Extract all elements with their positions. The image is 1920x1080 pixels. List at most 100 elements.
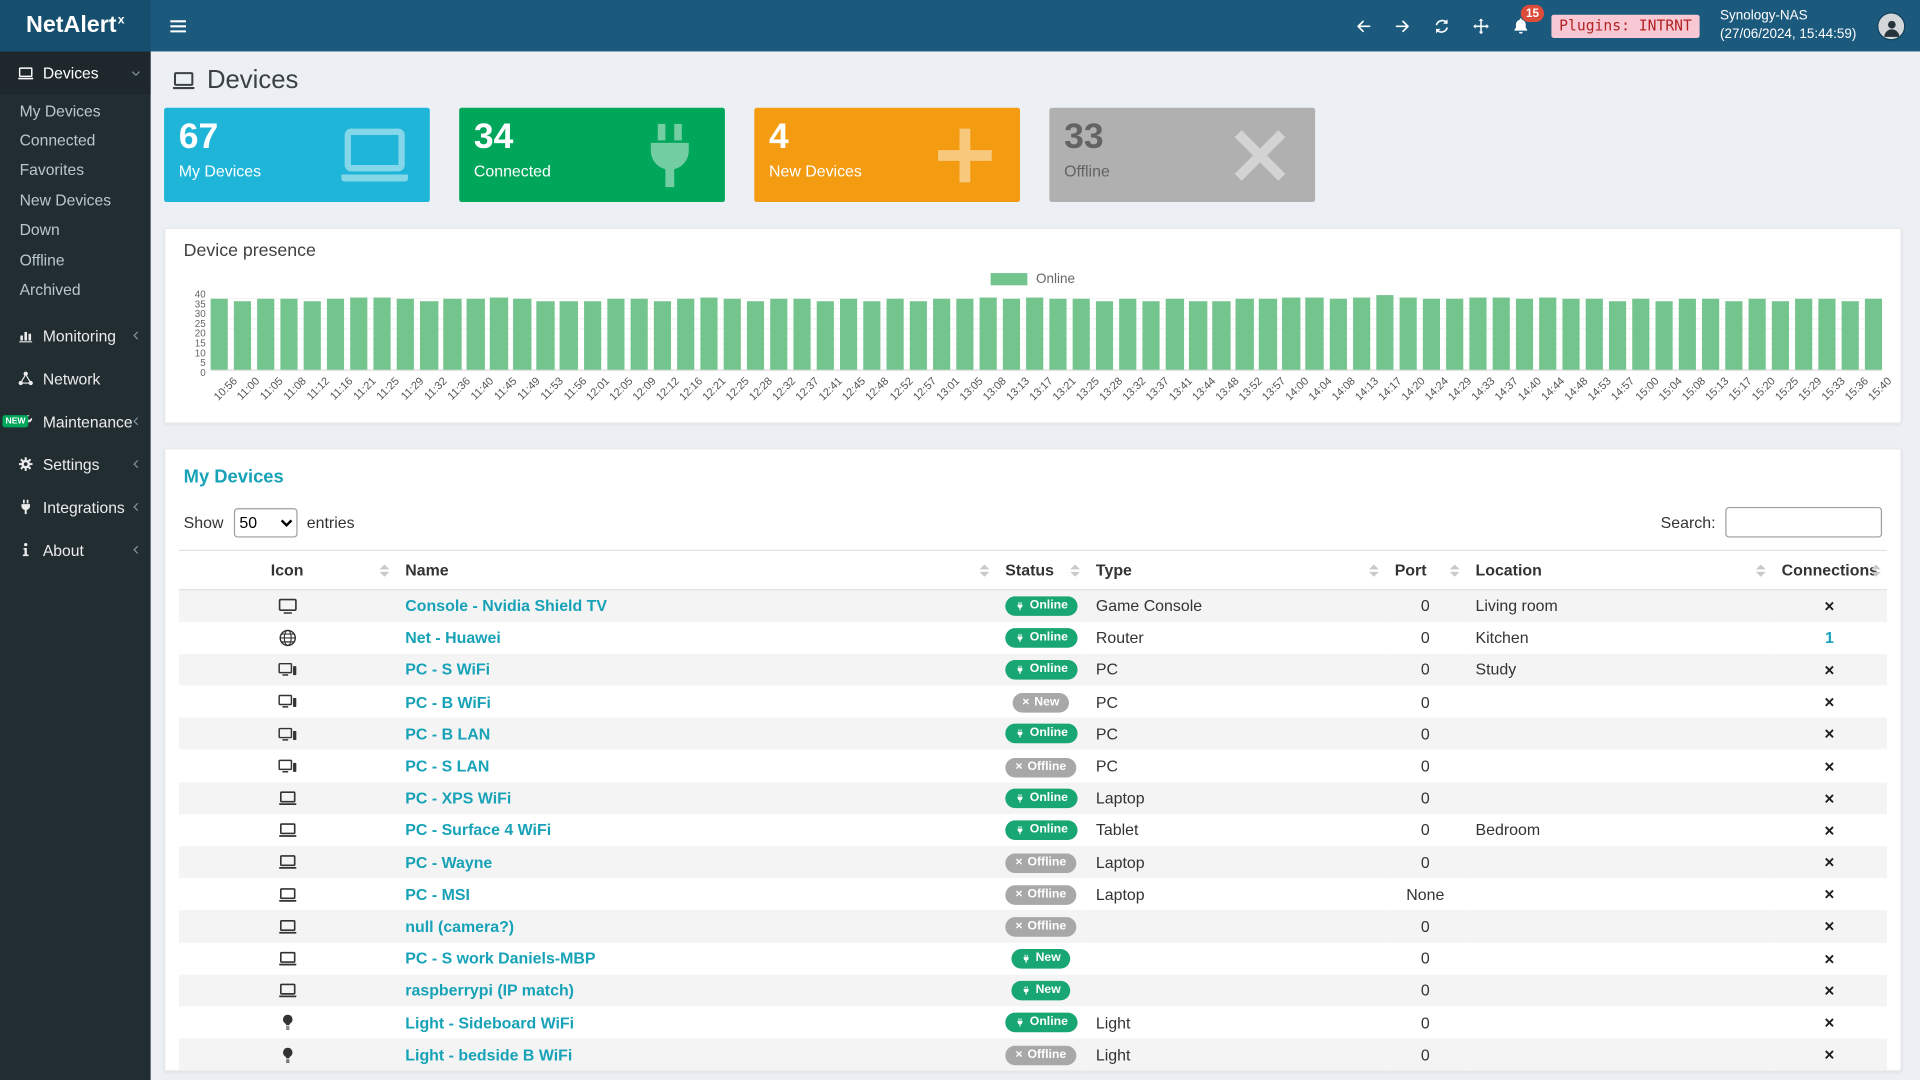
no-connection-icon[interactable]: × [1824, 788, 1834, 808]
device-name-link[interactable]: null (camera?) [405, 917, 514, 935]
device-type-icon-cell [179, 942, 396, 974]
no-connection-icon[interactable]: × [1824, 724, 1834, 744]
column-header-icon[interactable]: Icon [179, 550, 396, 589]
device-name-link[interactable]: PC - Wayne [405, 853, 492, 871]
device-type [1086, 910, 1385, 942]
device-name-link[interactable]: Light - Sideboard WiFi [405, 1013, 574, 1031]
sidebar-item-settings[interactable]: Settings [0, 443, 151, 486]
device-name-link[interactable]: Light - bedside B WiFi [405, 1045, 572, 1063]
sidebar-subitem-down[interactable]: Down [0, 215, 151, 245]
summary-card-connected[interactable]: 34Connected [459, 108, 725, 202]
sidebar-item-maintenance[interactable]: NEWMaintenance [0, 400, 151, 443]
no-connection-icon[interactable]: × [1824, 660, 1834, 680]
plugins-alert-badge[interactable]: Plugins: INTRNT [1552, 14, 1699, 37]
status-badge: ×New [1012, 693, 1069, 713]
sidebar-item-integrations[interactable]: Integrations [0, 486, 151, 529]
no-connection-icon[interactable]: × [1824, 981, 1834, 1001]
summary-card-new-devices[interactable]: 4New Devices [754, 108, 1020, 202]
expand-chevron [130, 544, 142, 556]
device-row: PC - S work Daniels-MBPNew0× [179, 942, 1887, 974]
device-port: 0 [1385, 814, 1466, 846]
forward-button[interactable] [1394, 17, 1412, 35]
status-badge: Online [1005, 660, 1077, 680]
sidebar-item-about[interactable]: About [0, 529, 151, 572]
summary-card-my-devices[interactable]: 67My Devices [164, 108, 430, 202]
sidebar-item-devices[interactable]: Devices [0, 51, 151, 94]
sidebar-item-monitoring[interactable]: Monitoring [0, 315, 151, 358]
plug-icon [1015, 601, 1025, 611]
sidebar-toggle-button[interactable] [151, 0, 205, 51]
expand-chevron [130, 67, 142, 79]
presence-bar [1492, 297, 1509, 370]
device-name-link[interactable]: raspberrypi (IP match) [405, 981, 574, 999]
refresh-button[interactable] [1433, 17, 1451, 35]
connections-count-link[interactable]: 1 [1825, 629, 1834, 647]
device-name-link[interactable]: PC - Surface 4 WiFi [405, 821, 551, 839]
move-button[interactable] [1472, 17, 1490, 35]
entries-select[interactable]: 50 [233, 508, 297, 537]
device-location [1466, 942, 1772, 974]
device-name-link[interactable]: PC - B WiFi [405, 693, 491, 711]
device-name-link[interactable]: Console - Nvidia Shield TV [405, 597, 607, 615]
no-connection-icon[interactable]: × [1824, 756, 1834, 776]
column-header-location[interactable]: Location [1466, 550, 1772, 589]
device-type-icon-cell [179, 910, 396, 942]
device-type-icon-cell [179, 974, 396, 1006]
summary-card-offline[interactable]: 33Offline [1049, 108, 1315, 202]
no-connection-icon[interactable]: × [1824, 820, 1834, 840]
presence-bar [817, 301, 834, 370]
no-connection-icon[interactable]: × [1824, 916, 1834, 936]
presence-bar [490, 297, 507, 370]
notifications-button[interactable]: 15 [1511, 16, 1531, 36]
no-connection-icon[interactable]: × [1824, 949, 1834, 969]
presence-bar [1702, 299, 1719, 370]
plug-icon [632, 117, 708, 193]
plug-icon [1015, 1018, 1025, 1028]
sidebar-subitem-my-devices[interactable]: My Devices [0, 96, 151, 126]
no-connection-icon[interactable]: × [1824, 852, 1834, 872]
host-name: Synology-NAS [1720, 8, 1856, 26]
presence-bar [700, 297, 717, 370]
device-row: PC - S WiFiOnlinePC0Study× [179, 654, 1887, 686]
device-name-link[interactable]: PC - S LAN [405, 757, 489, 775]
sidebar-subitem-connected[interactable]: Connected [0, 125, 151, 155]
no-connection-icon[interactable]: × [1824, 1013, 1834, 1033]
presence-bar [886, 299, 903, 370]
no-connection-icon[interactable]: × [1824, 1045, 1834, 1065]
user-avatar[interactable] [1877, 12, 1905, 40]
column-header-status[interactable]: Status [996, 550, 1087, 589]
column-header-type[interactable]: Type [1086, 550, 1385, 589]
no-connection-icon[interactable]: × [1824, 596, 1834, 616]
device-name-link[interactable]: PC - B LAN [405, 725, 490, 743]
device-port: 0 [1385, 622, 1466, 654]
y-axis: 4035302520151050 [184, 290, 211, 373]
app-logo[interactable]: NetAlertx [0, 0, 151, 51]
sidebar-subitem-offline[interactable]: Offline [0, 245, 151, 275]
column-header-connections[interactable]: Connections [1772, 550, 1887, 589]
presence-bar [1795, 299, 1812, 370]
device-name-link[interactable]: PC - MSI [405, 885, 470, 903]
device-name-link[interactable]: Net - Huawei [405, 629, 501, 647]
presence-bar [1283, 297, 1300, 370]
presence-bar [374, 297, 391, 370]
column-header-port[interactable]: Port [1385, 550, 1466, 589]
sidebar-item-label: Settings [43, 455, 100, 473]
search-input[interactable] [1725, 507, 1882, 538]
sidebar-subitem-archived[interactable]: Archived [0, 275, 151, 305]
device-row: raspberrypi (IP match)New0× [179, 974, 1887, 1006]
plug-icon [1015, 665, 1025, 675]
presence-bar [770, 299, 787, 370]
sidebar-subitem-favorites[interactable]: Favorites [0, 155, 151, 185]
back-button[interactable] [1355, 17, 1373, 35]
device-name-link[interactable]: PC - S WiFi [405, 661, 490, 679]
legend-label: Online [1036, 272, 1075, 287]
sidebar-item-network[interactable]: Network [0, 357, 151, 400]
sidebar-subitem-new-devices[interactable]: New Devices [0, 185, 151, 215]
plus-icon [927, 117, 1003, 193]
no-connection-icon[interactable]: × [1824, 884, 1834, 904]
column-header-name[interactable]: Name [396, 550, 996, 589]
no-connection-icon[interactable]: × [1824, 692, 1834, 712]
device-name-link[interactable]: PC - XPS WiFi [405, 789, 511, 807]
device-name-link[interactable]: PC - S work Daniels-MBP [405, 949, 595, 967]
status-badge: New [1011, 981, 1070, 1001]
